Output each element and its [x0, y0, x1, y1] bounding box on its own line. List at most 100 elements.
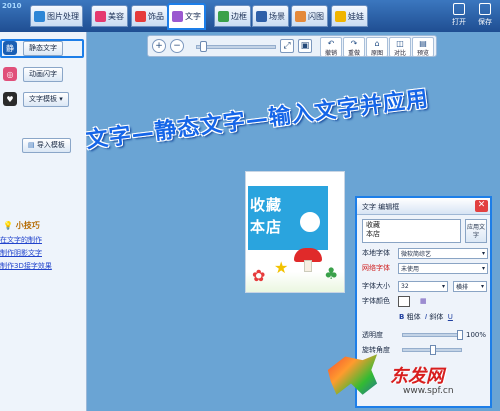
scene-icon — [256, 10, 267, 22]
tip-link[interactable]: 在文字的制作 — [0, 235, 42, 245]
frame-icon — [218, 10, 229, 22]
opacity-slider-handle[interactable] — [457, 330, 463, 340]
preview-label: 预览 — [416, 50, 429, 57]
zoom-in-button[interactable]: + — [152, 39, 166, 53]
tab-text[interactable]: 文字 — [167, 3, 206, 30]
fit-icon[interactable]: ⤢ — [280, 39, 294, 53]
smiley-sun-icon — [298, 210, 322, 234]
animated-icon: ◎ — [3, 67, 17, 81]
compare-button[interactable]: ◫ 对比 — [389, 37, 411, 57]
local-font-select[interactable]: 微软简综艺 ▾ — [398, 247, 488, 259]
panel-header: 文字 编辑框 — [357, 198, 490, 215]
tab-frame[interactable]: 边框 — [214, 5, 251, 27]
tab-label: 边框 — [231, 11, 247, 21]
rotation-row: 旋转角度 — [362, 344, 490, 356]
bold-icon[interactable]: B — [399, 313, 404, 321]
app-logo: 2010 — [2, 2, 22, 10]
save-label: 保存 — [478, 18, 492, 26]
undo-label: 撤销 — [324, 50, 337, 57]
left-sidebar: 静 静态文字 ◎ 动画闪字 ♥ 文字模板 ▾ ▤ 导入模板 💡 小技巧 在文字的… — [0, 32, 87, 411]
font-color-swatch[interactable] — [398, 295, 410, 307]
local-font-label: 本地字体 — [362, 249, 390, 257]
close-icon[interactable]: ✕ — [475, 200, 488, 212]
tab-label: 图片处理 — [47, 11, 79, 21]
tab-scene[interactable]: 场景 — [252, 5, 289, 27]
watermark-url: www.spf.cn — [403, 386, 454, 396]
zoom-slider[interactable] — [196, 45, 276, 49]
tips-title-text: 小技巧 — [15, 221, 40, 230]
zoom-out-button[interactable]: − — [170, 39, 184, 53]
underline-button[interactable]: U — [448, 313, 453, 321]
flower-icon: ✿ — [252, 266, 266, 285]
redo-label: 重做 — [347, 50, 360, 57]
chevron-down-icon: ▾ — [481, 264, 485, 272]
font-size-select[interactable]: 32 ▾ — [398, 280, 448, 292]
web-font-label: 网络字体 — [362, 264, 390, 272]
preview-icon: ▤ — [419, 39, 427, 48]
web-font-value: 未使用 — [401, 265, 420, 273]
redo-button[interactable]: ↷ 重做 — [343, 37, 365, 57]
rotation-slider[interactable] — [402, 345, 462, 355]
apply-text-button[interactable]: 应用文字 — [465, 219, 487, 243]
rotation-slider-handle[interactable] — [430, 345, 436, 355]
text-line: 本店 — [366, 230, 380, 238]
font-color-label: 字体颜色 — [362, 297, 390, 305]
tab-image-processing[interactable]: 图片处理 — [30, 5, 83, 27]
original-icon: ⌂ — [374, 39, 380, 48]
watermark-logo-text: 东发网 — [390, 366, 444, 387]
undo-button[interactable]: ↶ 撤销 — [320, 37, 342, 57]
bulb-icon: 💡 — [3, 221, 13, 230]
text-input-area[interactable]: 收藏 本店 — [362, 219, 461, 243]
tab-flash[interactable]: 闪图 — [291, 5, 328, 27]
save-icon — [479, 3, 491, 15]
canvas-photo[interactable]: 收藏 本店 ★ ♣ ✿ — [245, 171, 345, 293]
tab-label: 文字 — [185, 12, 201, 21]
tab-beauty[interactable]: 美容 — [91, 5, 128, 27]
import-template-button[interactable]: ▤ 导入模板 — [22, 137, 71, 153]
highlight-static-text — [0, 39, 84, 58]
actual-size-icon[interactable]: ▣ — [298, 39, 312, 53]
bold-label[interactable]: 粗体 — [407, 312, 421, 322]
italic-icon[interactable]: I — [425, 313, 427, 321]
sidebar-item-animated-text[interactable]: ◎ 动画闪字 — [0, 64, 87, 84]
undo-icon: ↶ — [327, 39, 335, 48]
layout-select[interactable]: 横排 ▾ — [453, 280, 487, 292]
opacity-value: 100% — [466, 331, 487, 339]
web-font-select[interactable]: 未使用 ▾ — [398, 262, 488, 274]
tab-accessories[interactable]: 饰品 — [131, 5, 168, 27]
tab-label: 美容 — [108, 11, 124, 21]
tab-label: 娃娃 — [348, 11, 364, 21]
save-button[interactable]: 保存 — [474, 3, 496, 29]
opacity-row: 透明度 100% — [362, 329, 490, 341]
folder-icon — [453, 3, 465, 15]
tip-link[interactable]: 制作阴影文字 — [0, 248, 42, 258]
text-icon — [172, 11, 183, 22]
web-font-row: 网络字体 未使用 ▾ — [362, 262, 490, 274]
tip-link[interactable]: 制作3D接字效果 — [0, 261, 52, 271]
photo-text-line: 收藏 — [250, 196, 283, 214]
font-size-row: 字体大小 32 ▾ 横排 ▾ — [362, 280, 490, 292]
style-row: B 粗体 I 斜体 U — [399, 311, 500, 323]
template-label: 文字模板 — [29, 95, 57, 103]
text-line: 收藏 — [366, 221, 380, 229]
tab-doll[interactable]: 娃娃 — [331, 5, 368, 27]
compare-label: 对比 — [393, 50, 406, 57]
palette-icon[interactable]: ▦ — [420, 297, 427, 305]
text-template-button[interactable]: 文字模板 ▾ — [23, 91, 69, 107]
opacity-slider[interactable] — [402, 330, 463, 340]
i-love-you-icon: ♥ — [3, 92, 17, 106]
open-label: 打开 — [452, 18, 466, 26]
local-font-value: 微软简综艺 — [401, 250, 432, 258]
preview-button[interactable]: ▤ 预览 — [412, 37, 434, 57]
original-button[interactable]: ⌂ 原图 — [366, 37, 388, 57]
animated-text-button[interactable]: 动画闪字 — [23, 66, 63, 82]
star-icon: ★ — [274, 258, 289, 277]
redo-icon: ↷ — [350, 39, 358, 48]
chevron-down-icon: ▾ — [441, 282, 445, 290]
zoom-toolbar: + − ⤢ ▣ ↶ 撤销 ↷ 重做 ⌂ 原图 ◫ 对比 ▤ 预览 — [147, 35, 437, 57]
zoom-slider-handle[interactable] — [200, 41, 207, 52]
heart-icon — [135, 10, 146, 22]
sidebar-item-template[interactable]: ♥ 文字模板 ▾ — [0, 89, 87, 109]
open-button[interactable]: 打开 — [448, 3, 470, 29]
italic-label[interactable]: 斜体 — [429, 312, 443, 322]
